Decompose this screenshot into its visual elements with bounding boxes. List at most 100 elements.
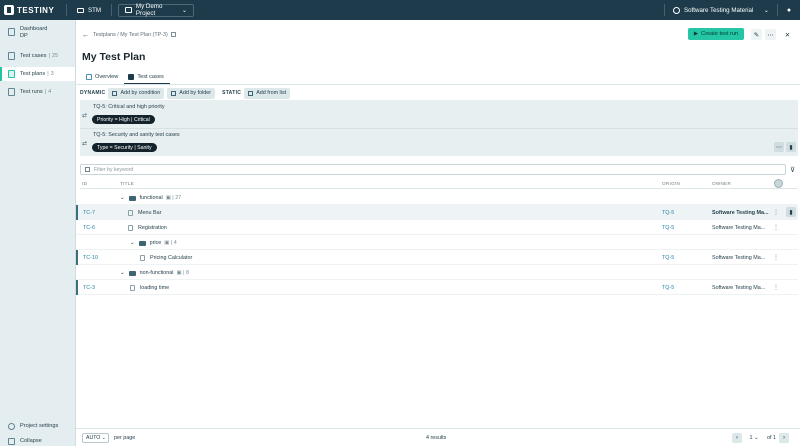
results-count: 4 results [426,435,447,441]
divider [111,4,113,16]
origin-link[interactable]: TQ-5 [662,210,674,216]
tab-label: Test cases [137,73,164,80]
condition-item[interactable]: ⇄ TQ-5: Security and sanity test cases T… [80,128,798,156]
breadcrumb[interactable]: Testplans / My Test Plan (TP-3) [93,32,176,38]
sidebar-item-count: 25 [51,53,59,59]
add-mode-bar: DYNAMIC Add by condition Add by folder S… [80,87,798,99]
table-header: ID TITLE ORIGIN OWNER [80,178,798,189]
folder-row[interactable]: ⌄ functional ▣ | 27 [76,190,798,205]
column-settings-icon[interactable] [774,179,783,188]
column-header-origin[interactable]: ORIGIN [662,181,680,186]
testiny-logo-icon [4,5,14,15]
tab-label: Overview [95,74,119,80]
sidebar-item-label: Dashboard [20,26,48,32]
test-case-title: Pricing Calculator [150,255,193,261]
more-button[interactable]: ⋯ [765,29,776,40]
test-case-title: Registration [138,225,167,231]
edit-button[interactable]: ✎ [751,29,762,40]
chevron-down-icon[interactable]: ⌄ [120,270,125,276]
column-header-owner[interactable]: OWNER [712,181,731,186]
filter-button[interactable]: ⊽ [787,164,798,175]
sidebar-item-label: Test runs [20,89,43,95]
chevron-left-icon: ‹ [736,435,738,441]
test-cases-icon [128,73,135,80]
organization-name: Software Testing Material [684,6,754,14]
test-case-id[interactable]: TC-10 [83,255,98,261]
page-select[interactable]: 1 ⌄ [744,433,764,443]
condition-more-button[interactable]: ⋯ [774,142,784,152]
table-row[interactable]: TC-3 loading time TQ-5 Software Testing … [76,280,798,295]
test-case-id[interactable]: TC-7 [83,210,95,216]
test-case-id[interactable]: TC-6 [83,225,95,231]
chevron-down-icon: ⌄ [182,7,188,14]
test-case-icon [128,210,133,216]
folder-name: functional [139,195,163,201]
tab-test-cases[interactable]: Test cases [124,70,170,84]
row-more-icon[interactable]: ⋮ [773,254,779,261]
origin-link[interactable]: TQ-5 [662,285,674,291]
owner: Software Testing Ma... [712,210,769,216]
workspace-icon [77,7,84,13]
condition-list: ⇄ TQ-5: Critical and high priority Prior… [80,100,798,156]
origin-link[interactable]: TQ-5 [662,255,674,261]
sidebar-item-test-runs[interactable]: Test runs | 4 [0,85,75,99]
add-from-list-button[interactable]: Add from list [244,87,291,99]
chevron-right-icon: › [783,435,785,441]
sidebar-item-dashboard[interactable]: Dashboard DP [0,26,75,42]
folder-row[interactable]: ⌄ price ▣ | 4 [76,235,798,250]
test-plans-icon [8,70,15,78]
project-selector[interactable]: My Demo Project ⌄ [118,3,195,17]
account-menu-button[interactable]: ● [778,0,800,20]
tab-overview[interactable]: Overview [82,70,124,84]
workspace-selector[interactable]: STM [67,7,111,14]
next-page-button[interactable]: › [779,433,789,443]
test-case-id[interactable]: TC-3 [83,285,95,291]
owner: Software Testing Ma... [712,255,766,261]
chevron-down-icon[interactable]: ⌄ [120,195,125,201]
row-delete-button[interactable]: ▮ [786,207,796,217]
button-label: Add by folder [179,90,212,96]
table-row[interactable]: TC-10 Pricing Calculator TQ-5 Software T… [76,250,798,265]
table-row[interactable]: TC-7 Menu Bar TQ-5 Software Testing Ma..… [76,205,798,220]
overview-icon [86,74,92,80]
condition-item[interactable]: ⇄ TQ-5: Critical and high priority Prior… [80,100,798,128]
sidebar: Dashboard DP Test cases | 25 Test plans |… [0,20,76,446]
breadcrumb-text: Testplans / My Test Plan (TP-3) [93,32,168,38]
per-page-label: per page [114,434,136,441]
per-page-select[interactable]: AUTO ⌄ [82,432,109,443]
condition-delete-button[interactable]: ▮ [786,142,796,152]
row-more-icon[interactable]: ⋮ [773,284,779,291]
chevron-down-icon[interactable]: ⌄ [130,240,135,246]
current-page: 1 [749,435,753,441]
organization-menu[interactable]: Software Testing Material ⌄ [665,4,777,17]
create-test-run-button[interactable]: ▶ Create test run [688,28,744,40]
row-more-icon[interactable]: ⋮ [773,224,779,231]
add-by-folder-button[interactable]: Add by folder [167,87,216,99]
dashboard-icon [8,28,15,36]
project-name: My Demo Project [135,3,163,17]
prev-page-button[interactable]: ‹ [732,433,742,443]
breadcrumb-bar: ← Testplans / My Test Plan (TP-3) ▶ Crea… [76,28,800,42]
table-row[interactable]: TC-6 Registration TQ-5 Software Testing … [76,220,798,235]
collapse-sidebar-button[interactable]: Collapse [0,436,75,446]
filter-input[interactable]: Filter by keyword [80,164,786,175]
folder-row[interactable]: ⌄ non-functional ▣ | 8 [76,265,798,280]
top-bar: TESTINY STM My Demo Project ⌄ Software T… [0,0,800,20]
project-settings-link[interactable]: Project settings [0,420,75,432]
logo[interactable]: TESTINY [0,5,66,15]
close-button[interactable]: ✕ [782,29,793,40]
owner: Software Testing Ma... [712,225,766,231]
column-header-id[interactable]: ID [82,181,87,186]
add-by-condition-button[interactable]: Add by condition [108,87,165,99]
edit-icon[interactable] [170,32,176,38]
back-arrow-icon[interactable]: ← [82,32,89,39]
collapse-label: Collapse [20,438,42,444]
filter-icon [85,167,90,172]
column-header-title[interactable]: TITLE [120,181,134,186]
sidebar-item-test-cases[interactable]: Test cases | 25 [0,49,75,63]
row-more-icon[interactable]: ⋮ [773,209,779,216]
play-icon: ▶ [693,31,699,37]
sidebar-item-test-plans[interactable]: Test plans | 3 [0,67,75,81]
test-case-title: loading time [140,285,170,291]
origin-link[interactable]: TQ-5 [662,225,674,231]
